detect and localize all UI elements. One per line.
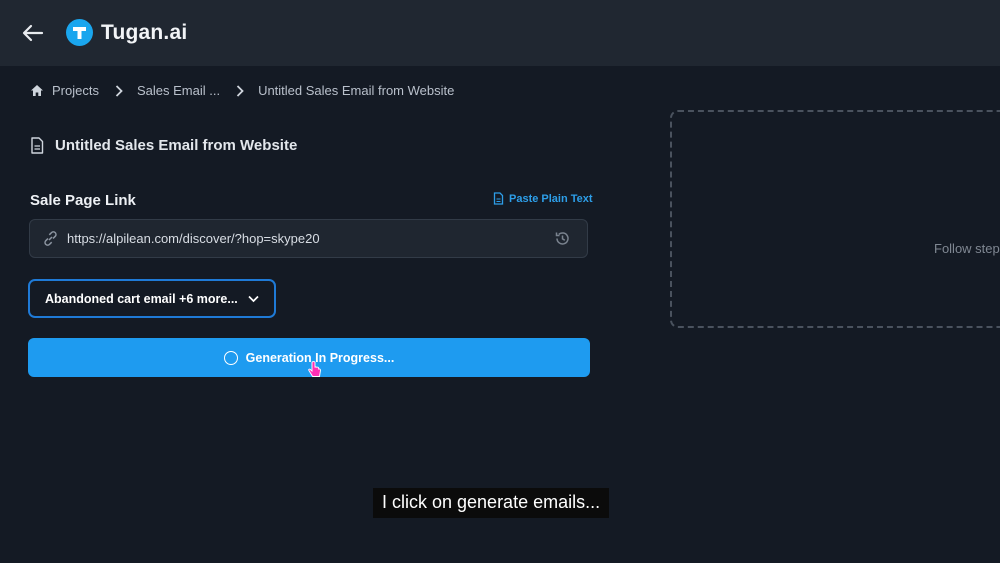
document-icon bbox=[31, 137, 44, 154]
sale-page-url-input[interactable]: https://alpilean.com/discover/?hop=skype… bbox=[29, 219, 588, 258]
hand-cursor-icon bbox=[308, 361, 322, 384]
email-preview-panel: Follow steps bbox=[670, 110, 1000, 328]
back-arrow-icon[interactable] bbox=[20, 20, 46, 46]
document-title[interactable]: Untitled Sales Email from Website bbox=[30, 137, 297, 154]
email-types-dropdown[interactable]: Abandoned cart email +6 more... bbox=[28, 279, 276, 318]
breadcrumb: Projects Sales Email ... Untitled Sales … bbox=[30, 83, 454, 98]
breadcrumb-current: Untitled Sales Email from Website bbox=[258, 83, 454, 98]
top-bar: Tugan.ai bbox=[0, 0, 1000, 66]
paste-file-icon bbox=[493, 192, 504, 205]
app-name: Tugan.ai bbox=[101, 20, 188, 44]
breadcrumb-projects[interactable]: Projects bbox=[30, 83, 99, 98]
paste-plain-text-link[interactable]: Paste Plain Text bbox=[493, 192, 593, 205]
paste-plain-text-label: Paste Plain Text bbox=[509, 192, 593, 205]
chevron-down-icon bbox=[248, 295, 259, 302]
email-types-label: Abandoned cart email +6 more... bbox=[45, 291, 238, 306]
breadcrumb-label: Projects bbox=[52, 83, 99, 98]
breadcrumb-label: Untitled Sales Email from Website bbox=[258, 83, 455, 98]
history-icon[interactable] bbox=[554, 230, 571, 252]
chevron-right-icon bbox=[115, 84, 123, 97]
preview-placeholder: Follow steps bbox=[934, 241, 1000, 256]
breadcrumb-label: Sales Email ... bbox=[136, 83, 221, 98]
url-value: https://alpilean.com/discover/?hop=skype… bbox=[67, 231, 320, 246]
document-title-text: Untitled Sales Email from Website bbox=[55, 137, 298, 154]
link-icon bbox=[44, 231, 57, 246]
video-caption: I click on generate emails... bbox=[373, 488, 610, 518]
tugan-logo-icon bbox=[66, 19, 93, 46]
sale-page-link-label: Sale Page Link bbox=[30, 192, 136, 209]
loading-spinner-icon bbox=[223, 350, 238, 365]
app-logo[interactable]: Tugan.ai bbox=[66, 19, 187, 46]
breadcrumb-sales-email[interactable]: Sales Email ... bbox=[137, 83, 220, 98]
home-icon bbox=[31, 85, 43, 96]
chevron-right-icon bbox=[236, 84, 244, 97]
